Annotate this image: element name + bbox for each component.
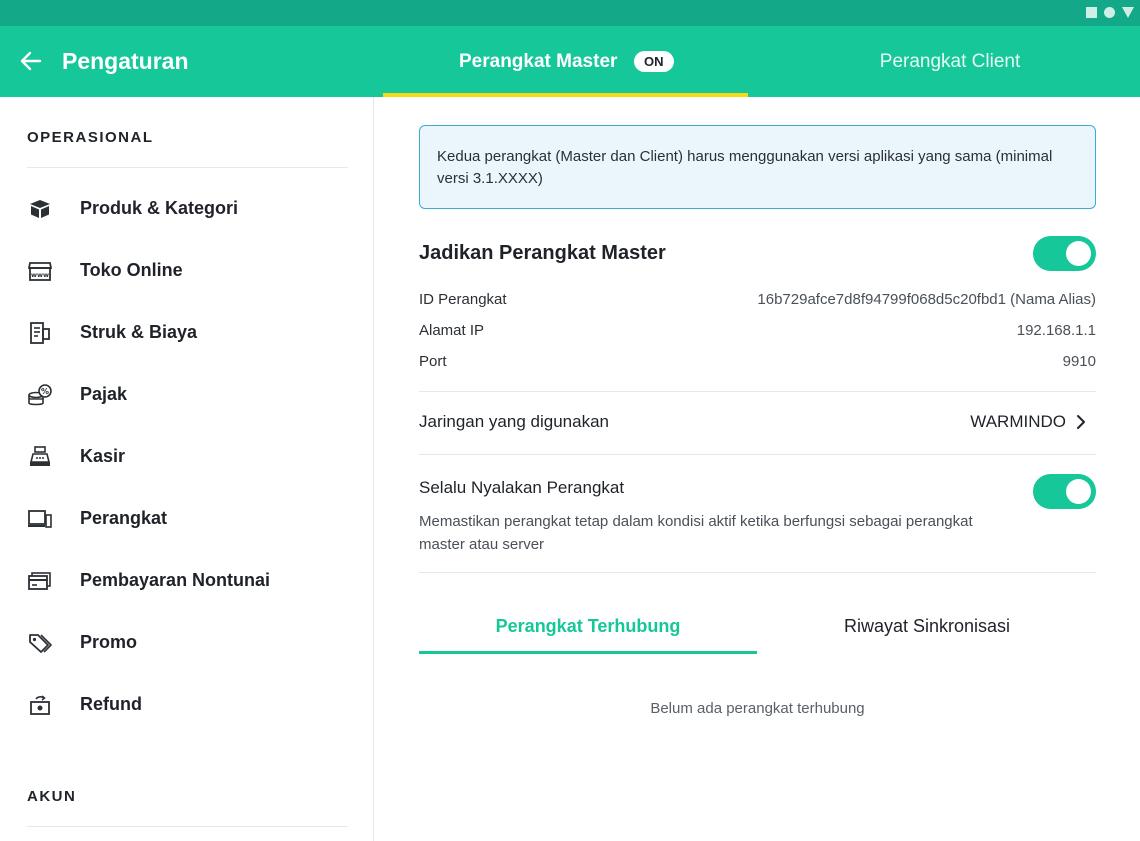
toggle-knob [1066, 479, 1091, 504]
sidebar-item-label: Produk & Kategori [80, 198, 239, 218]
tab-client-label: Perangkat Client [879, 51, 1021, 72]
sidebar-item-kasir[interactable]: Kasir [0, 431, 373, 483]
on-badge: ON [634, 51, 674, 72]
sidebar-item-label: Toko Online [80, 260, 183, 280]
master-toggle-switch[interactable] [1033, 236, 1096, 271]
tab-perangkat-client[interactable]: Perangkat Client [760, 26, 1140, 97]
subtab-label: Riwayat Sinkronisasi [843, 616, 1011, 636]
sidebar-item-refund[interactable]: Refund [0, 679, 373, 731]
recent-apps-icon [1086, 7, 1097, 18]
cashier-icon [29, 446, 51, 466]
box-icon [30, 200, 50, 218]
chevron-right-icon [1077, 415, 1085, 429]
always-on-description: Memastikan perangkat tetap dalam kondisi… [419, 513, 973, 553]
card-icon [28, 572, 51, 590]
info-banner: Kedua perangkat (Master dan Client) haru… [419, 125, 1096, 209]
empty-state-text: Belum ada perangkat terhubung [650, 700, 865, 717]
svg-text:%: % [41, 387, 49, 396]
master-toggle-title: Jadikan Perangkat Master [419, 242, 666, 264]
section-divider [27, 826, 348, 827]
devices-icon [28, 510, 52, 528]
tab-master-label: Perangkat Master [459, 51, 618, 72]
sidebar-item-label: Perangkat [80, 508, 168, 528]
always-on-toggle-switch[interactable] [1033, 474, 1096, 509]
sidebar-item-produk-kategori[interactable]: Produk & Kategori [0, 183, 373, 235]
device-id-label: ID Perangkat [419, 291, 507, 308]
tax-coins-icon: % [28, 384, 52, 406]
network-value: WARMINDO [970, 412, 1066, 431]
svg-text:www: www [31, 271, 49, 279]
divider [419, 391, 1096, 392]
main-content: Kedua perangkat (Master dan Client) haru… [375, 97, 1140, 841]
receipt-icon [30, 322, 50, 344]
section-label-operasional: OPERASIONAL [27, 129, 154, 146]
section-label-akun: AKUN [27, 788, 77, 805]
divider [419, 572, 1096, 573]
back-triangle-icon [1122, 7, 1134, 18]
status-icons [1086, 7, 1134, 18]
section-divider [27, 167, 348, 168]
tag-icon [29, 634, 52, 653]
sidebar-item-label: Struk & Biaya [80, 322, 198, 342]
arrow-left-icon [20, 51, 42, 71]
tab-perangkat-master[interactable]: Perangkat Master ON [383, 26, 748, 97]
info-banner-text: Kedua perangkat (Master dan Client) haru… [437, 148, 1053, 187]
subtab-riwayat-sinkronisasi[interactable]: Riwayat Sinkronisasi [758, 602, 1096, 654]
port-value: 9910 [1062, 353, 1096, 370]
sidebar-item-toko-online[interactable]: www Toko Online [0, 245, 373, 297]
divider [419, 454, 1096, 455]
sidebar-item-promo[interactable]: Promo [0, 617, 373, 669]
sidebar-item-pembayaran-nontunai[interactable]: Pembayaran Nontunai [0, 555, 373, 607]
subtab-label: Perangkat Terhubung [495, 616, 681, 636]
port-label: Port [419, 353, 447, 370]
sidebar-item-label: Refund [80, 694, 142, 714]
store-www-icon: www [27, 262, 53, 281]
toggle-knob [1066, 241, 1091, 266]
back-button[interactable] [18, 48, 44, 74]
refund-icon [30, 695, 50, 715]
page-title: Pengaturan [62, 48, 189, 74]
status-bar [0, 0, 1140, 26]
sidebar-item-pajak[interactable]: % Pajak [0, 369, 373, 421]
ip-address-value: 192.168.1.1 [1016, 322, 1096, 339]
network-selector-row[interactable]: Jaringan yang digunakan WARMINDO [419, 396, 1096, 448]
always-on-title: Selalu Nyalakan Perangkat [419, 478, 625, 497]
home-icon [1104, 7, 1115, 18]
sidebar-item-struk-biaya[interactable]: Struk & Biaya [0, 307, 373, 359]
sidebar: OPERASIONAL Produk & Kategori www Toko O… [0, 97, 374, 841]
sidebar-item-label: Kasir [80, 446, 126, 466]
subtab-perangkat-terhubung[interactable]: Perangkat Terhubung [419, 602, 757, 654]
sidebar-item-label: Promo [80, 632, 138, 652]
sidebar-item-label: Pajak [80, 384, 128, 404]
ip-address-label: Alamat IP [419, 322, 485, 339]
app-header: Pengaturan Perangkat Master ON Perangkat… [0, 26, 1140, 97]
network-label: Jaringan yang digunakan [419, 412, 609, 431]
device-id-value: 16b729afce7d8f94799f068d5c20fbd1 (Nama A… [757, 291, 1096, 308]
sidebar-item-perangkat[interactable]: Perangkat [0, 493, 373, 545]
sidebar-item-label: Pembayaran Nontunai [80, 570, 271, 590]
